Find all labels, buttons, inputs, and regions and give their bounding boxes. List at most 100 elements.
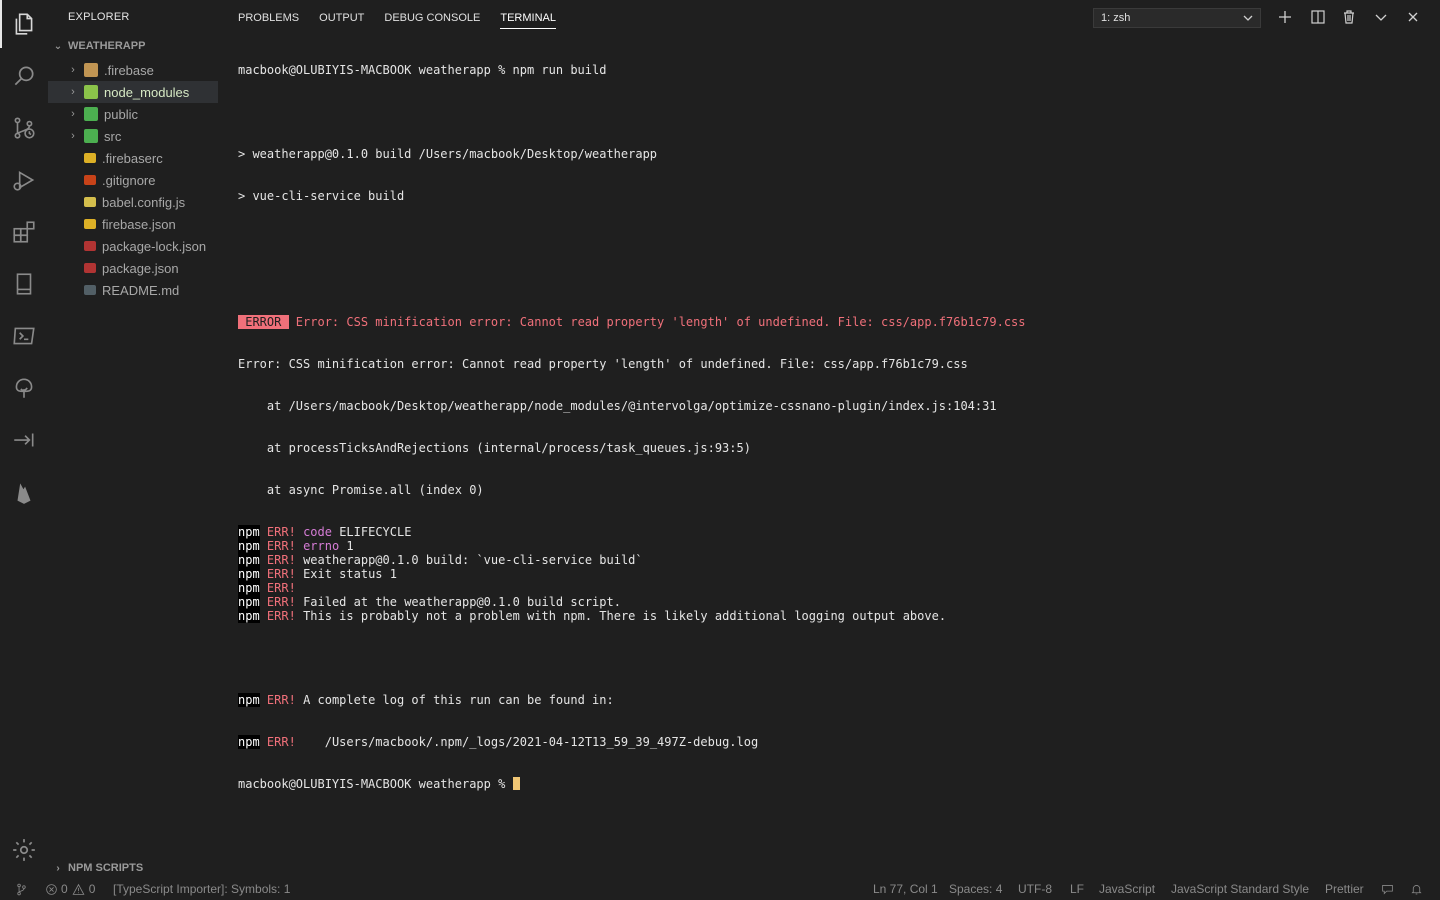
npm-err-line: npm ERR! code ELIFECYCLE	[238, 525, 1428, 539]
sidebar-title: EXPLORER	[68, 11, 130, 23]
firebase-icon[interactable]	[0, 468, 48, 516]
terminal-line: at processTicksAndRejections (internal/p…	[238, 441, 751, 455]
status-bar: 0 0 [TypeScript Importer]: Symbols: 1 Ln…	[0, 878, 1440, 900]
tree-folder[interactable]: › src	[48, 125, 218, 147]
prompt-text: macbook@OLUBIYIS-MACBOOK weatherapp %	[238, 777, 513, 791]
tree-file[interactable]: firebase.json	[48, 213, 218, 235]
terminal-line: at async Promise.all (index 0)	[238, 483, 484, 497]
problems-status[interactable]: 0 0	[45, 878, 95, 900]
terminal-select[interactable]: 1: zsh	[1093, 8, 1261, 28]
tree-item-label: public	[104, 106, 138, 122]
tree-item-label: package.json	[102, 260, 179, 276]
chevron-right-icon: ›	[56, 862, 60, 874]
file-icon	[84, 197, 96, 207]
error-badge: ERROR	[238, 315, 289, 329]
tab-output[interactable]: OUTPUT	[319, 0, 364, 36]
search-icon[interactable]	[0, 52, 48, 100]
indentation[interactable]: Spaces: 4	[949, 878, 1002, 900]
tab-debug-console[interactable]: DEBUG CONSOLE	[384, 0, 480, 36]
tree-folder[interactable]: › public	[48, 103, 218, 125]
tree-file[interactable]: babel.config.js	[48, 191, 218, 213]
tab-terminal[interactable]: TERMINAL	[500, 0, 556, 36]
npm-err-text: Exit status 1	[303, 567, 397, 581]
tree-folder[interactable]: › node_modules	[48, 81, 218, 103]
terminal-line: npm ERR! /Users/macbook/.npm/_logs/2021-…	[238, 735, 1428, 749]
err-tag: ERR!	[266, 539, 296, 553]
err-tag: ERR!	[266, 735, 296, 749]
branch-icon	[17, 883, 26, 895]
warning-count: 0	[88, 882, 96, 896]
tree-folder[interactable]: › .firebase	[48, 59, 218, 81]
error-icon	[46, 883, 57, 895]
end-of-line[interactable]: LF	[1070, 878, 1084, 900]
tab-problems[interactable]: PROBLEMS	[238, 0, 299, 36]
kill-terminal-button[interactable]	[1340, 8, 1358, 26]
feedback-button[interactable]	[1381, 878, 1394, 900]
gear-icon[interactable]	[0, 826, 48, 874]
npm-tag: npm	[238, 539, 260, 553]
terminal-line: macbook@OLUBIYIS-MACBOOK weatherapp %	[238, 777, 1428, 791]
npm-err-line: npm ERR! This is probably not a problem …	[238, 609, 1428, 623]
source-control-icon[interactable]	[0, 104, 48, 152]
err-tag: ERR!	[266, 553, 296, 567]
tree-file[interactable]: .gitignore	[48, 169, 218, 191]
chevron-down-icon	[1375, 14, 1387, 21]
run-debug-icon[interactable]	[0, 156, 48, 204]
notifications-button[interactable]	[1410, 878, 1423, 900]
tree-item-label: .firebaserc	[102, 150, 163, 166]
file-icon	[84, 241, 96, 251]
linter-status[interactable]: JavaScript Standard Style	[1171, 878, 1309, 900]
err-tag: ERR!	[266, 567, 296, 581]
new-terminal-button[interactable]	[1276, 8, 1294, 26]
chevron-right-icon: ›	[71, 108, 75, 120]
bell-icon	[1411, 884, 1422, 894]
tree-item-label: src	[104, 128, 122, 144]
ts-importer-status[interactable]: [TypeScript Importer]: Symbols: 1	[113, 878, 290, 900]
folder-icon	[84, 107, 98, 121]
tree-icon[interactable]	[0, 364, 48, 412]
feedback-icon	[1382, 884, 1393, 895]
workspace-folder-label: WEATHERAPP	[68, 40, 146, 52]
activity-bar	[0, 0, 48, 878]
language-mode[interactable]: JavaScript	[1099, 878, 1155, 900]
remote-terminal-icon[interactable]	[0, 312, 48, 360]
split-terminal-button[interactable]	[1309, 8, 1327, 26]
terminal-line: > vue-cli-service build	[238, 189, 405, 203]
err-tag: ERR!	[266, 609, 296, 623]
source-control-status[interactable]	[15, 878, 28, 900]
tree-file[interactable]: package.json	[48, 257, 218, 279]
npm-err-line: npm ERR! errno 1	[238, 539, 1428, 553]
npm-err-line: npm ERR! weatherapp@0.1.0 build: `vue-cl…	[238, 553, 1428, 567]
maximize-panel-button[interactable]	[1372, 8, 1390, 26]
plus-icon	[1279, 11, 1291, 23]
close-icon	[1408, 12, 1418, 22]
npm-scripts-header[interactable]: › NPM SCRIPTS	[48, 858, 218, 878]
collapse-icon[interactable]	[0, 416, 48, 464]
npm-err-line: npm ERR! Exit status 1	[238, 567, 1428, 581]
tree-item-label: package-lock.json	[102, 238, 207, 254]
err-tag: ERR!	[266, 581, 296, 595]
tree-item-label: README.md	[102, 282, 180, 298]
npm-tag: npm	[238, 735, 260, 749]
terminal-panel: PROBLEMS OUTPUT DEBUG CONSOLE TERMINAL 1…	[218, 0, 1440, 878]
terminal-output[interactable]: macbook@OLUBIYIS-MACBOOK weatherapp % np…	[238, 35, 1428, 865]
tree-file[interactable]: .firebaserc	[48, 147, 218, 169]
npm-tag: npm	[238, 525, 260, 539]
terminal-line: at /Users/macbook/Desktop/weatherapp/nod…	[238, 399, 997, 413]
panel-tabs: PROBLEMS OUTPUT DEBUG CONSOLE TERMINAL	[238, 0, 576, 36]
cursor-position[interactable]: Ln 77, Col 1	[873, 878, 938, 900]
prettier-status[interactable]: Prettier	[1325, 878, 1364, 900]
chevron-down-icon	[1243, 15, 1253, 21]
tree-file[interactable]: README.md	[48, 279, 218, 301]
err-tag: ERR!	[266, 595, 296, 609]
explorer-icon[interactable]	[0, 0, 48, 48]
close-panel-button[interactable]	[1404, 8, 1422, 26]
tree-item-label: firebase.json	[102, 216, 176, 232]
workspace-folder-header[interactable]: ⌄ WEATHERAPP	[48, 37, 218, 55]
npm-tag: npm	[238, 609, 260, 623]
extensions-icon[interactable]	[0, 208, 48, 256]
notebook-icon[interactable]	[0, 260, 48, 308]
tree-file[interactable]: package-lock.json	[48, 235, 218, 257]
encoding[interactable]: UTF-8	[1018, 878, 1052, 900]
npm-tag: npm	[238, 595, 260, 609]
